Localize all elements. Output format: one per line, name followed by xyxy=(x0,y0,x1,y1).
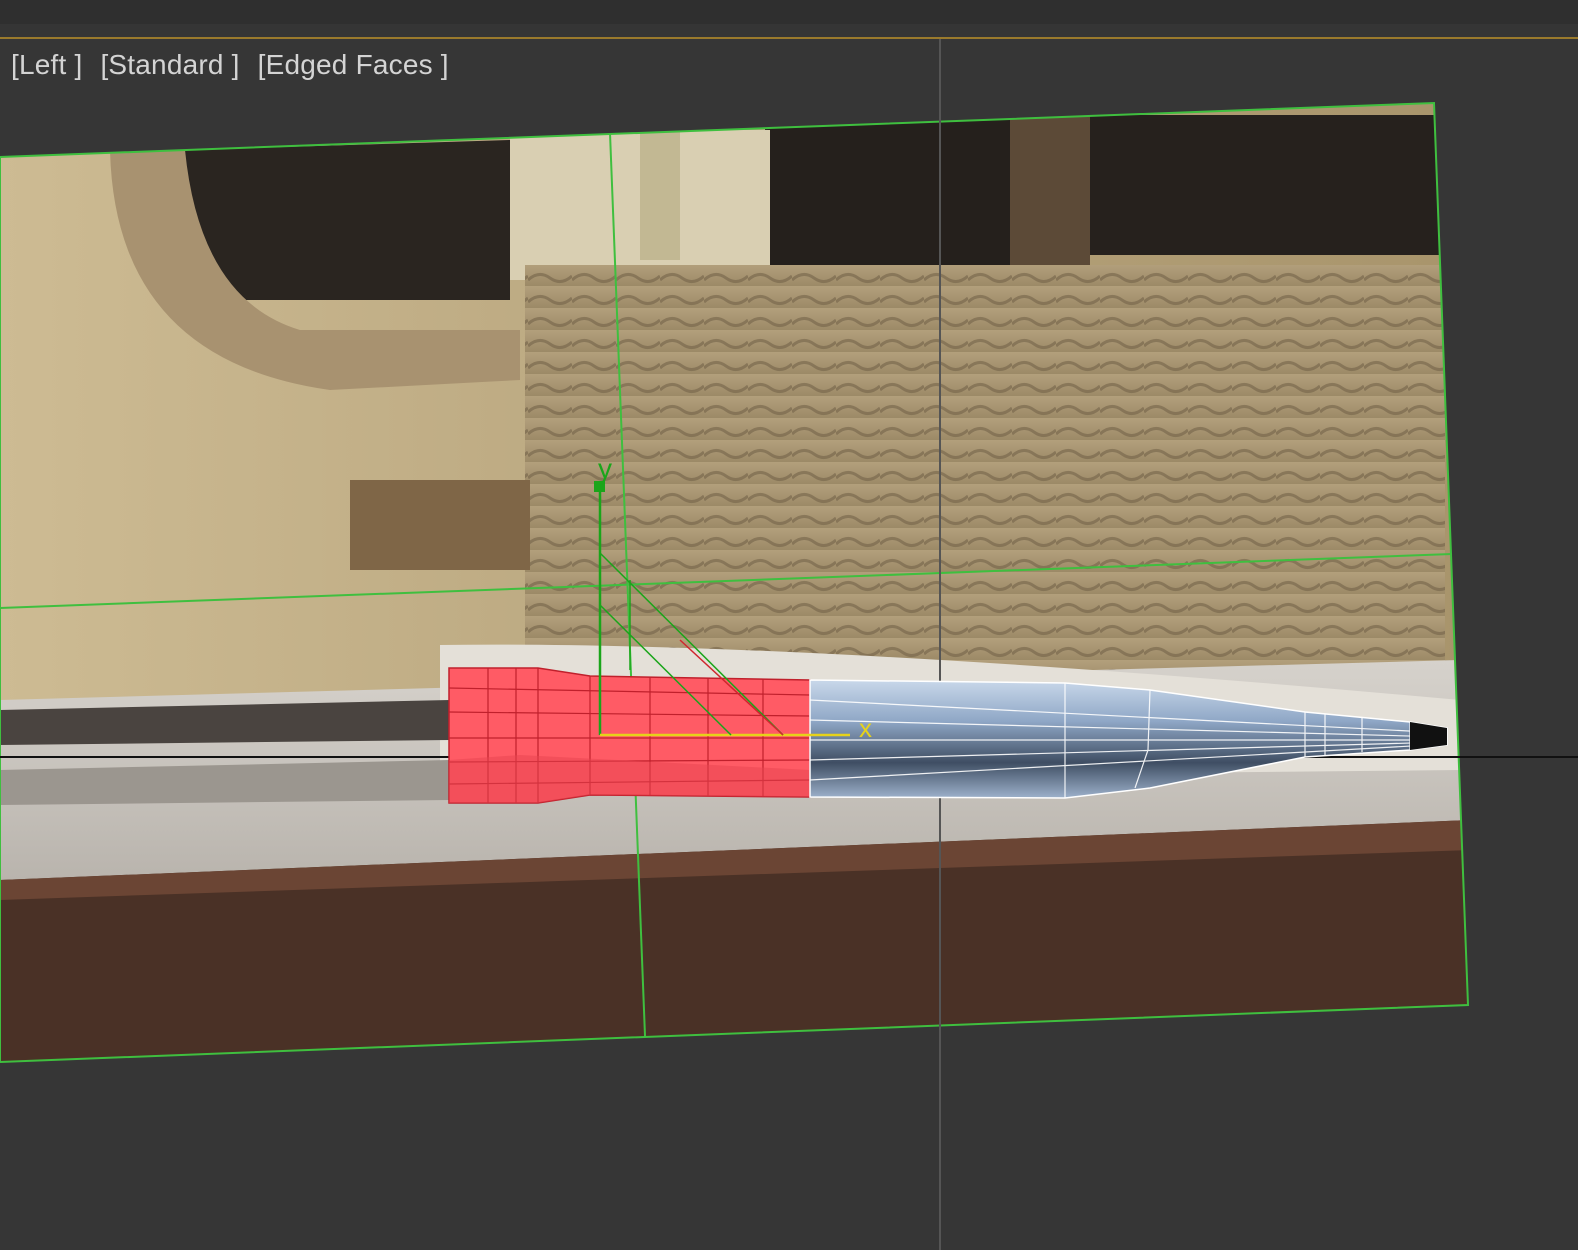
toolbar-separator xyxy=(0,24,1578,38)
reference-image-plane[interactable] xyxy=(0,100,1480,1070)
viewport-view-label[interactable]: [Left ] xyxy=(11,49,82,81)
viewport-mode-label[interactable]: [Edged Faces ] xyxy=(258,49,449,81)
top-toolbar-strip xyxy=(0,0,1578,24)
gizmo-y-label: y xyxy=(598,453,612,484)
left-viewport[interactable]: y x [Left ] [Standard ] [Edged Faces ] xyxy=(0,39,1578,1250)
viewport-scene[interactable]: y x xyxy=(0,39,1578,1250)
viewport-label-menu: [Left ] [Standard ] [Edged Faces ] xyxy=(11,49,449,81)
viewport-shading-label[interactable]: [Standard ] xyxy=(100,49,239,81)
gizmo-x-label: x xyxy=(859,713,872,743)
